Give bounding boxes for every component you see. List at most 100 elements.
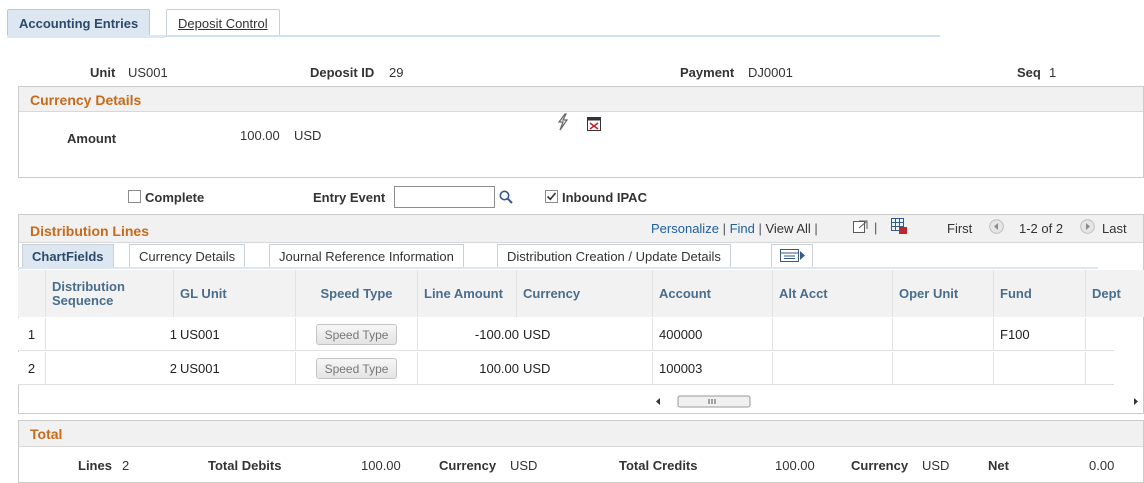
- entry-event-label: Entry Event: [313, 190, 386, 205]
- amount-label: Amount: [67, 131, 117, 146]
- tab-rule-active: [7, 35, 165, 38]
- grid-tab-line: [18, 267, 1098, 269]
- lightning-icon[interactable]: [556, 113, 570, 131]
- row-speed-type-cell: Speed Type: [296, 352, 418, 385]
- row-line-amount[interactable]: 100.00: [418, 352, 521, 385]
- row-alt-acct[interactable]: [773, 352, 893, 385]
- col-dept[interactable]: Dept: [1086, 270, 1144, 317]
- grid-tab-currency-details[interactable]: Currency Details: [129, 244, 246, 268]
- inbound-ipac-label: Inbound IPAC: [562, 190, 647, 205]
- currency-debit-value: USD: [510, 458, 538, 473]
- first-link[interactable]: First: [947, 221, 972, 236]
- table-row: 2 2 US001 Speed Type 100.00 USD 100003: [18, 352, 1114, 385]
- tab-accounting-entries[interactable]: Accounting Entries: [7, 9, 151, 36]
- total-group: Total: [18, 420, 1144, 483]
- row-sequence: 1: [169, 327, 177, 342]
- col-line-amount[interactable]: Line Amount: [418, 270, 517, 317]
- row-fund[interactable]: F100: [994, 318, 1086, 351]
- total-credits-label: Total Credits: [619, 458, 698, 473]
- grid-tab-chartfields[interactable]: ChartFields: [22, 244, 114, 268]
- net-value: 0.00: [1089, 458, 1115, 473]
- total-credits-value: 100.00: [775, 458, 815, 473]
- distribution-lines-title: Distribution Lines: [19, 215, 1143, 243]
- complete-label: Complete: [145, 190, 205, 205]
- col-row-number: [18, 270, 46, 317]
- row-gl-unit[interactable]: US001: [174, 318, 296, 351]
- deposit-id-label: Deposit ID: [310, 65, 375, 80]
- currency-details-group: Currency Details: [18, 86, 1144, 178]
- inbound-ipac-checkbox[interactable]: [545, 190, 558, 203]
- currency-details-title: Currency Details: [19, 87, 1143, 112]
- toolbar-separator: |: [874, 220, 878, 235]
- col-distribution-sequence[interactable]: Distribution Sequence: [46, 270, 174, 317]
- currency-debit-label: Currency: [439, 458, 497, 473]
- col-oper-unit[interactable]: Oper Unit: [893, 270, 994, 317]
- amount-value: 100.00: [240, 128, 280, 143]
- next-arrow-icon[interactable]: [1080, 219, 1095, 234]
- previous-arrow-icon[interactable]: [989, 219, 1004, 234]
- grid-tab-journal-reference[interactable]: Journal Reference Information: [269, 244, 464, 268]
- show-all-columns-icon: [780, 249, 805, 262]
- row-alt-acct[interactable]: [773, 318, 893, 351]
- total-debits-value: 100.00: [361, 458, 401, 473]
- view-all-link[interactable]: View All: [765, 221, 810, 236]
- currency-credit-value: USD: [922, 458, 950, 473]
- row-account[interactable]: 400000: [653, 318, 773, 351]
- row-dept[interactable]: [1086, 318, 1114, 351]
- total-debits-label: Total Debits: [208, 458, 282, 473]
- deposit-id-value: 29: [389, 65, 404, 80]
- row-currency[interactable]: USD: [519, 352, 653, 385]
- lines-label: Lines: [78, 458, 112, 473]
- row-dept[interactable]: [1086, 352, 1114, 385]
- row-account[interactable]: 100003: [653, 352, 773, 385]
- checkmark-icon: [546, 192, 557, 201]
- tab-deposit-control[interactable]: Deposit Control: [166, 9, 280, 36]
- col-currency[interactable]: Currency: [517, 270, 653, 317]
- entry-event-input[interactable]: [394, 186, 495, 208]
- row-number: 1: [18, 318, 46, 351]
- horizontal-scrollbar[interactable]: [650, 394, 1144, 409]
- payment-value: DJ0001: [748, 65, 793, 80]
- row-sequence: 2: [169, 361, 177, 376]
- speed-type-button[interactable]: Speed Type: [315, 358, 398, 379]
- net-label: Net: [988, 458, 1009, 473]
- row-number: 2: [18, 352, 46, 385]
- row-speed-type-cell: Speed Type: [296, 318, 418, 351]
- payment-label: Payment: [680, 65, 735, 80]
- table-row: 1 1 US001 Speed Type -100.00 USD 400000 …: [18, 318, 1114, 351]
- col-account[interactable]: Account: [653, 270, 773, 317]
- col-alt-acct[interactable]: Alt Acct: [773, 270, 893, 317]
- complete-checkbox[interactable]: [128, 190, 141, 203]
- tab-deposit-control-label: Deposit Control: [178, 16, 268, 31]
- seq-label: Seq: [1017, 65, 1041, 80]
- lines-value: 2: [122, 458, 130, 473]
- row-currency[interactable]: USD: [519, 318, 653, 351]
- currency-credit-label: Currency: [851, 458, 909, 473]
- row-line-amount[interactable]: -100.00: [418, 318, 521, 351]
- row-gl-unit[interactable]: US001: [174, 352, 296, 385]
- zoom-grid-icon[interactable]: [853, 219, 869, 234]
- find-link[interactable]: Find: [730, 221, 755, 236]
- amount-currency: USD: [294, 128, 322, 143]
- row-oper-unit[interactable]: [893, 352, 994, 385]
- grid-tab-distribution-creation[interactable]: Distribution Creation / Update Details: [497, 244, 731, 268]
- unit-label: Unit: [90, 65, 116, 80]
- lookup-search-icon[interactable]: [499, 190, 513, 204]
- tab-rule: [165, 35, 940, 37]
- personalize-link[interactable]: Personalize: [651, 221, 719, 236]
- seq-value: 1: [1049, 65, 1057, 80]
- total-title: Total: [19, 421, 1143, 447]
- col-speed-type[interactable]: Speed Type: [296, 270, 418, 317]
- grid-toolbar: Personalize | Find | View All |: [651, 221, 818, 236]
- col-fund[interactable]: Fund: [994, 270, 1086, 317]
- download-spreadsheet-icon[interactable]: [891, 218, 907, 234]
- row-fund[interactable]: [994, 352, 1086, 385]
- exchange-rate-detail-icon[interactable]: [587, 117, 601, 131]
- unit-value: US001: [128, 65, 168, 80]
- speed-type-button[interactable]: Speed Type: [315, 324, 398, 345]
- col-gl-unit[interactable]: GL Unit: [174, 270, 296, 317]
- show-all-columns-tab[interactable]: [771, 244, 813, 268]
- last-link[interactable]: Last: [1102, 221, 1127, 236]
- row-oper-unit[interactable]: [893, 318, 994, 351]
- row-range: 1-2 of 2: [1019, 221, 1064, 236]
